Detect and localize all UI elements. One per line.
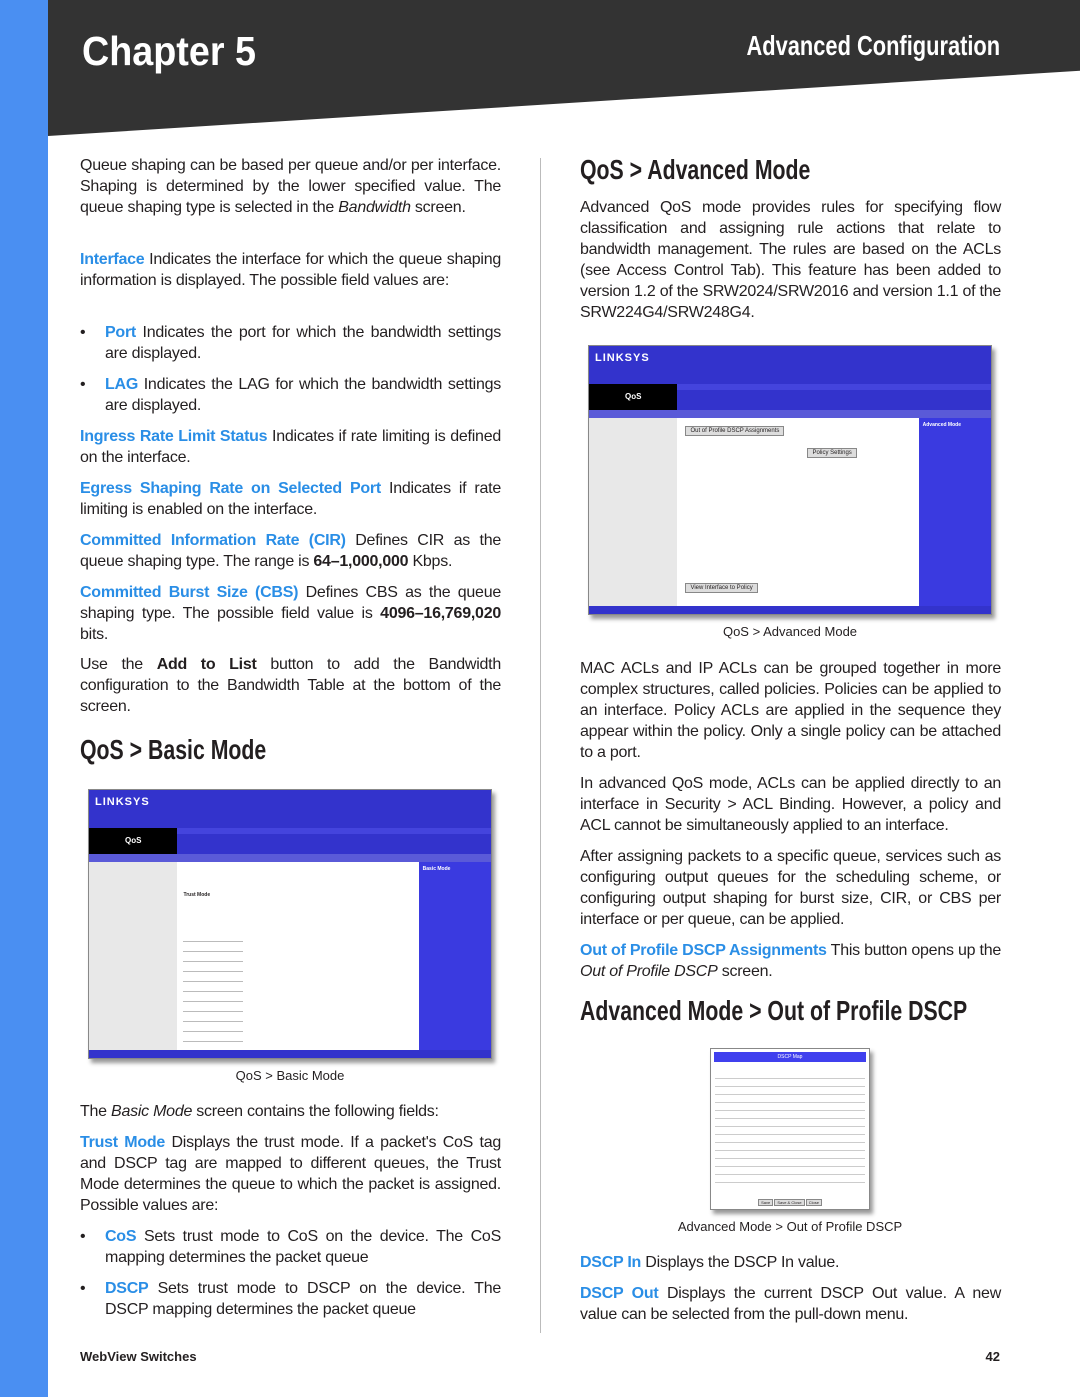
screen-trust-mode: Trust Mode: [183, 892, 211, 899]
footer-title: WebView Switches: [80, 1349, 197, 1364]
screen-qos-label: QoS: [124, 836, 142, 846]
field-cos: CoS Sets trust mode to CoS on the device…: [80, 1226, 501, 1268]
dscp-close-button: Close: [805, 1199, 822, 1206]
screen-qos-label: QoS: [624, 392, 642, 402]
advanced-mode-screenshot: LINKSYS QoS Out of Profile DSCP Assignme…: [588, 345, 992, 615]
paragraph-queue-shaping: Queue shaping can be based per queue and…: [80, 157, 501, 216]
field-dscp: DSCP Sets trust mode to DSCP on the devi…: [80, 1278, 501, 1320]
column-divider: [540, 158, 541, 1333]
dscp-save-button: Save: [758, 1199, 774, 1206]
caption-basic-mode: QoS > Basic Mode: [235, 1068, 345, 1083]
caption-advanced-mode: QoS > Advanced Mode: [722, 624, 858, 639]
paragraph-advanced-mode: Advanced QoS mode provides rules for spe…: [580, 199, 1001, 321]
paragraph-after-assigning: After assigning packets to a specific qu…: [580, 848, 1001, 928]
screen-help-title: Advanced Mode: [922, 422, 961, 429]
page-number: 42: [985, 1349, 1000, 1364]
dscp-map-screenshot: DSCP Map Save Save & Close Close: [710, 1048, 870, 1210]
field-trust-mode: Trust Mode Displays the trust mode. If a…: [80, 1134, 501, 1214]
paragraph-in-advanced: In advanced QoS mode, ACLs can be applie…: [580, 775, 1001, 834]
field-dscp-out: DSCP Out Displays the current DSCP Out v…: [580, 1285, 1002, 1323]
field-cbs: Committed Burst Size (CBS) Defines CBS a…: [80, 584, 501, 643]
field-out-of-profile: Out of Profile DSCP Assignments This but…: [580, 942, 1002, 980]
screen-policy-settings-button: Policy Settings: [807, 448, 857, 459]
section-title: Advanced Configuration: [746, 30, 1000, 61]
field-port: Port Indicates the port for which the ba…: [80, 322, 501, 364]
side-strip: [0, 0, 48, 1397]
field-lag: LAG Indicates the LAG for which the band…: [80, 374, 501, 416]
field-ingress: Ingress Rate Limit Status Indicates if r…: [80, 428, 501, 466]
screen-help-title: Basic Mode: [422, 866, 451, 873]
field-interface: Interface Indicates the interface for wh…: [80, 251, 501, 289]
heading-out-of-profile: Advanced Mode > Out of Profile DSCP: [580, 995, 968, 1026]
dscp-map-title: DSCP Map: [714, 1052, 866, 1062]
paragraph-mac-acls: MAC ACLs and IP ACLs can be grouped toge…: [580, 660, 1001, 761]
dscp-save-close-button: Save & Close: [774, 1199, 805, 1206]
dscp-table: [715, 1071, 865, 1187]
basic-mode-screenshot: LINKSYS QoS Trust Mode Basic Mode: [88, 789, 492, 1059]
paragraph-basic-intro: The Basic Mode screen contains the follo…: [80, 1103, 439, 1120]
linksys-logo: LINKSYS: [95, 796, 150, 808]
heading-advanced-mode: QoS > Advanced Mode: [580, 154, 811, 185]
paragraph-add-to-list: Use the Add to List button to add the Ba…: [80, 656, 502, 715]
linksys-logo: LINKSYS: [595, 352, 650, 364]
field-dscp-in: DSCP In Displays the DSCP In value.: [580, 1254, 840, 1271]
chapter-title: Chapter 5: [82, 28, 256, 74]
heading-basic-mode: QoS > Basic Mode: [80, 734, 267, 765]
field-egress: Egress Shaping Rate on Selected Port Ind…: [80, 480, 501, 518]
caption-out-of-profile: Advanced Mode > Out of Profile DSCP: [677, 1219, 903, 1234]
screen-out-of-profile-button: Out of Profile DSCP Assignments: [685, 426, 785, 437]
screen-view-interface-button: View Interface to Policy: [685, 583, 758, 594]
field-cir: Committed Information Rate (CIR) Defines…: [80, 532, 501, 570]
